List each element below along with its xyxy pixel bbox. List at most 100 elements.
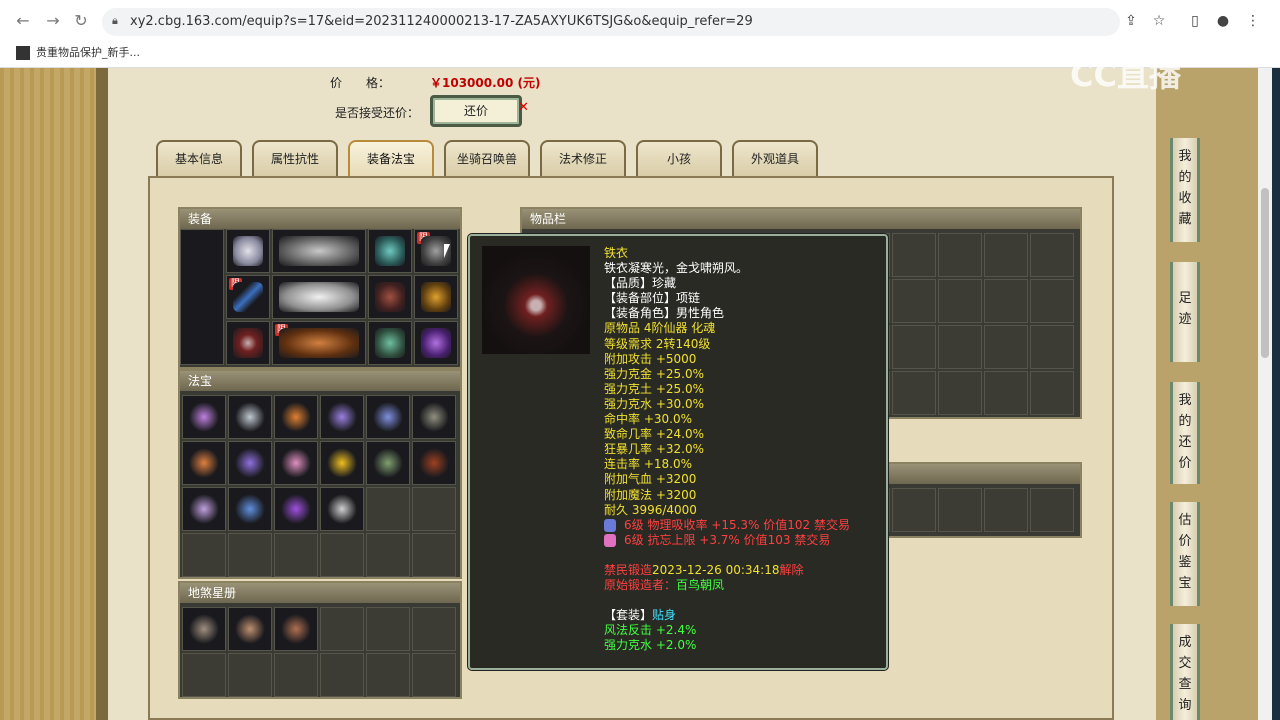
equip-slot[interactable]: [414, 275, 458, 319]
item-slot[interactable]: [412, 653, 456, 697]
equip-slot[interactable]: [368, 229, 412, 273]
sidebar-item-favorites[interactable]: 我的收藏: [1170, 138, 1200, 242]
item-slot[interactable]: [228, 487, 272, 531]
item-slot[interactable]: [412, 533, 456, 577]
equip-slot[interactable]: 限: [226, 275, 270, 319]
item-slot[interactable]: [274, 607, 318, 651]
star-icon[interactable]: ☆: [1150, 12, 1168, 30]
sidebar-item-transactions[interactable]: 成交查询: [1170, 624, 1200, 720]
equip-slot[interactable]: [272, 275, 366, 319]
item-slot[interactable]: [938, 488, 982, 532]
bargain-button[interactable]: 还价: [430, 95, 522, 127]
item-slot[interactable]: [366, 607, 410, 651]
item-slot[interactable]: [366, 533, 410, 577]
item-slot[interactable]: [938, 279, 982, 323]
reload-icon[interactable]: ↻: [70, 10, 92, 32]
menu-icon[interactable]: ⋮: [1244, 12, 1262, 30]
item-slot[interactable]: [1030, 371, 1074, 415]
item-slot[interactable]: [892, 325, 936, 369]
item-slot[interactable]: [938, 233, 982, 277]
scrollbar-thumb[interactable]: [1261, 188, 1269, 358]
item-slot[interactable]: [1030, 233, 1074, 277]
item-slot[interactable]: [938, 325, 982, 369]
scrollbar[interactable]: [1258, 68, 1272, 720]
item-slot[interactable]: [412, 607, 456, 651]
sidebar-item-history[interactable]: 足迹: [1170, 262, 1200, 362]
item-slot[interactable]: [366, 653, 410, 697]
tab-5[interactable]: 法术修正: [540, 140, 626, 176]
item-slot: 【装备部位】项链: [604, 291, 701, 306]
item-slot[interactable]: [366, 441, 410, 485]
item-slot[interactable]: [412, 487, 456, 531]
item-slot[interactable]: [182, 487, 226, 531]
tab-2[interactable]: 属性抗性: [252, 140, 338, 176]
item-slot[interactable]: [274, 653, 318, 697]
tab-3[interactable]: 装备法宝: [348, 140, 434, 176]
item-slot[interactable]: [182, 441, 226, 485]
item-slot[interactable]: [274, 441, 318, 485]
disha-title: 地煞星册: [180, 583, 460, 603]
item-slot[interactable]: [228, 533, 272, 577]
item-slot[interactable]: [892, 279, 936, 323]
item-slot[interactable]: [274, 487, 318, 531]
item-slot[interactable]: [182, 653, 226, 697]
forward-icon[interactable]: →: [42, 10, 64, 32]
share-icon[interactable]: ⇪: [1122, 12, 1140, 30]
tab-6[interactable]: 小孩: [636, 140, 722, 176]
equip-slot[interactable]: [226, 229, 270, 273]
tab-1[interactable]: 基本信息: [156, 140, 242, 176]
profile-icon[interactable]: ●: [1214, 12, 1232, 30]
item-slot[interactable]: [320, 653, 364, 697]
item-slot[interactable]: [984, 233, 1028, 277]
item-slot[interactable]: [366, 487, 410, 531]
item-slot[interactable]: [182, 395, 226, 439]
equip-slot[interactable]: [368, 321, 412, 365]
item-slot[interactable]: [274, 533, 318, 577]
equip-slot[interactable]: [272, 229, 366, 273]
item-slot[interactable]: [984, 279, 1028, 323]
equip-slot[interactable]: [226, 321, 270, 365]
bookmark-item[interactable]: 贵重物品保护_新手...: [16, 44, 140, 60]
item-slot[interactable]: [320, 533, 364, 577]
item-slot[interactable]: [228, 607, 272, 651]
item-slot[interactable]: [984, 488, 1028, 532]
sidebar-item-my-bargains[interactable]: 我的还价: [1170, 382, 1200, 484]
item-slot[interactable]: [412, 441, 456, 485]
tab-4[interactable]: 坐骑召唤兽: [444, 140, 530, 176]
item-slot[interactable]: [984, 325, 1028, 369]
sidebar-item-appraisal[interactable]: 估价鉴宝: [1170, 502, 1200, 606]
item-slot[interactable]: [366, 395, 410, 439]
equip-slot[interactable]: [368, 275, 412, 319]
item-slot[interactable]: [1030, 488, 1074, 532]
item-slot[interactable]: [412, 395, 456, 439]
equip-slot[interactable]: 限: [272, 321, 366, 365]
item-slot[interactable]: [228, 441, 272, 485]
item-slot[interactable]: [182, 607, 226, 651]
address-bar[interactable]: 🔒︎ xy2.cbg.163.com/equip?s=17&eid=202311…: [102, 8, 1120, 36]
url-text[interactable]: xy2.cbg.163.com/equip?s=17&eid=202311240…: [130, 14, 753, 29]
item-slot[interactable]: [228, 395, 272, 439]
item-slot[interactable]: [938, 371, 982, 415]
item-slot[interactable]: [320, 441, 364, 485]
item-slot[interactable]: [984, 371, 1028, 415]
item-slot[interactable]: [228, 653, 272, 697]
item-slot[interactable]: [892, 488, 936, 532]
item-slot[interactable]: [274, 395, 318, 439]
item-slot[interactable]: [320, 607, 364, 651]
mouse-cursor-icon: [444, 244, 456, 258]
close-icon[interactable]: ✕: [518, 100, 529, 115]
sidepanel-icon[interactable]: ▯: [1186, 12, 1204, 30]
item-slot[interactable]: [182, 533, 226, 577]
tab-7[interactable]: 外观道具: [732, 140, 818, 176]
equipment-section: 装备 限 限 限: [178, 207, 462, 369]
back-icon[interactable]: ←: [12, 10, 34, 32]
item-slot[interactable]: [892, 233, 936, 277]
item-slot[interactable]: [1030, 279, 1074, 323]
sidebar-label: 成交查询: [1178, 635, 1192, 713]
item-slot[interactable]: [892, 371, 936, 415]
item-slot[interactable]: [320, 487, 364, 531]
item-slot[interactable]: [1030, 325, 1074, 369]
item-slot[interactable]: [320, 395, 364, 439]
equip-slot[interactable]: [414, 321, 458, 365]
item-level: 等级需求 2转140级: [604, 336, 711, 351]
